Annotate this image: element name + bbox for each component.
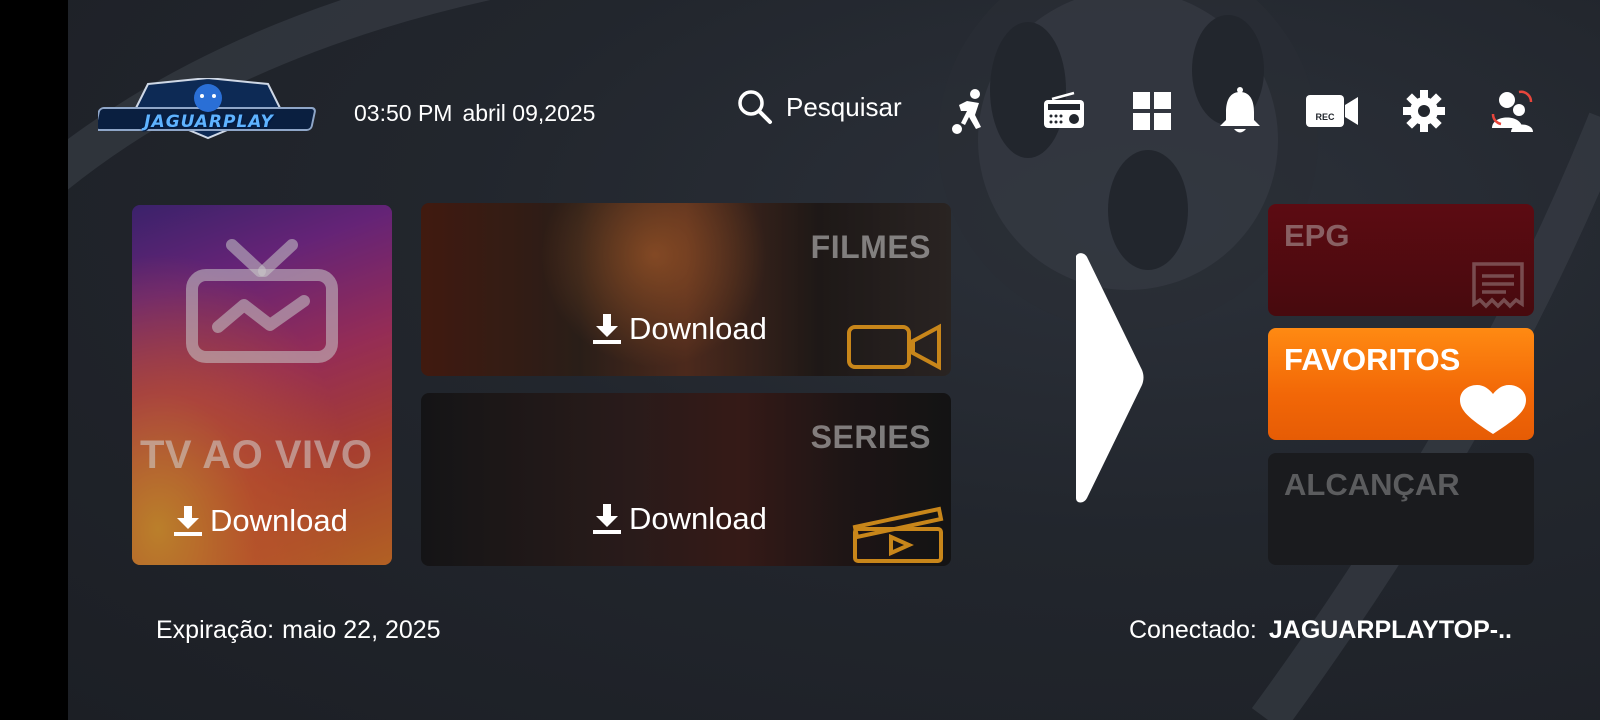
clock-time: 03:50 PM (354, 100, 453, 126)
expiry-date: maio 22, 2025 (282, 616, 441, 644)
gear-icon (1403, 90, 1445, 132)
expiry-label: Expiração: (156, 616, 275, 644)
bell-icon (1220, 87, 1260, 133)
favorites-title: FAVORITOS (1284, 342, 1461, 377)
rec-label: REC (1315, 112, 1335, 122)
live-tv-download[interactable]: Download (174, 503, 348, 539)
jaguarplay-logo: JAGUARPLAY (94, 76, 318, 140)
live-tv-card[interactable]: TV AO VIVO Download (132, 205, 392, 565)
next-arrow-icon[interactable] (1068, 252, 1148, 508)
video-camera-icon (847, 323, 941, 371)
apps-button[interactable] (1126, 85, 1178, 137)
logo-text: JAGUARPLAY (144, 112, 274, 132)
grid-apps-icon (1133, 92, 1171, 130)
clapperboard-icon (852, 506, 944, 563)
switch-user-button[interactable] (1486, 85, 1538, 137)
soccer-player-icon (952, 89, 981, 134)
download-label: Download (210, 503, 348, 538)
connection-info: Conectado: JAGUARPLAYTOP-.. (1129, 616, 1512, 645)
recordings-button[interactable]: REC (1304, 85, 1360, 137)
sports-button[interactable] (943, 85, 995, 137)
search-icon (738, 90, 772, 124)
download-icon (593, 504, 621, 534)
movies-card[interactable]: FILMES Download (421, 203, 951, 376)
epg-title: EPG (1284, 218, 1350, 253)
download-icon (174, 506, 202, 536)
current-date: abril 09,2025 (462, 100, 596, 126)
document-icon (1472, 262, 1524, 309)
expiry-info: Expiração: maio 22, 2025 (156, 616, 441, 645)
movies-title: FILMES (810, 229, 931, 265)
search-button[interactable]: Pesquisar (736, 88, 902, 126)
movies-download[interactable]: Download (593, 311, 767, 347)
series-card[interactable]: SERIES Download (421, 393, 951, 566)
radio-icon (1044, 91, 1084, 128)
search-label: Pesquisar (786, 91, 902, 122)
switch-user-icon (1491, 90, 1533, 132)
datetime: 03:50 PM abril 09,2025 (354, 100, 595, 127)
connected-account: JAGUARPLAYTOP-.. (1268, 616, 1512, 644)
download-icon (593, 314, 621, 344)
live-tv-title: TV AO VIVO (140, 433, 373, 477)
series-title: SERIES (810, 419, 931, 455)
notifications-button[interactable] (1214, 85, 1266, 137)
reach-card[interactable]: ALCANÇAR (1268, 453, 1534, 565)
series-download[interactable]: Download (593, 501, 767, 537)
tv-icon (186, 239, 338, 363)
home-screen: JAGUARPLAY 03:50 PM abril 09,2025 Pesqui… (68, 0, 1600, 720)
connected-label: Conectado: (1129, 616, 1257, 644)
download-label: Download (629, 311, 767, 346)
heart-icon (1460, 385, 1526, 434)
radio-button[interactable] (1038, 85, 1090, 137)
settings-button[interactable] (1398, 85, 1450, 137)
download-label: Download (629, 501, 767, 536)
reach-title: ALCANÇAR (1284, 467, 1460, 502)
favorites-card[interactable]: FAVORITOS (1268, 328, 1534, 440)
rec-camera-icon: REC (1306, 95, 1358, 127)
epg-card[interactable]: EPG (1268, 204, 1534, 316)
